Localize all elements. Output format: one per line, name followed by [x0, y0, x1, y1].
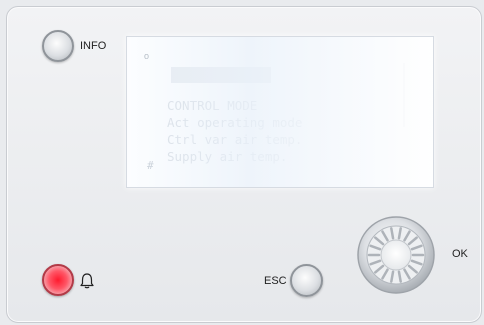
bell-icon [80, 273, 94, 289]
rotary-knob-icon[interactable] [356, 215, 436, 295]
info-button[interactable] [42, 30, 74, 62]
display-line: Act operating mode [167, 115, 303, 130]
display-title-block [171, 67, 271, 83]
knob-ridge [390, 270, 395, 283]
knob-ridge [390, 227, 395, 240]
esc-label: ESC [264, 275, 287, 287]
ok-label: OK [452, 248, 468, 260]
display-dots: o [144, 51, 151, 61]
knob-ridge [397, 270, 402, 283]
display-line: Ctrl var air temp. [167, 132, 303, 147]
display-line: CONTROL MODE [167, 98, 258, 113]
display-marker: # [147, 159, 154, 172]
display-scrollbar [403, 63, 405, 127]
info-label: INFO [80, 40, 107, 52]
alarm-button[interactable] [42, 264, 74, 296]
lcd-display: o CONTROL MODE Act operating mode Ctrl v… [126, 36, 434, 188]
esc-button[interactable] [290, 264, 323, 297]
display-line: Supply air temp. [167, 149, 288, 164]
knob-ridge [397, 227, 402, 240]
display-menu: CONTROL MODE Act operating mode Ctrl var… [167, 97, 302, 165]
